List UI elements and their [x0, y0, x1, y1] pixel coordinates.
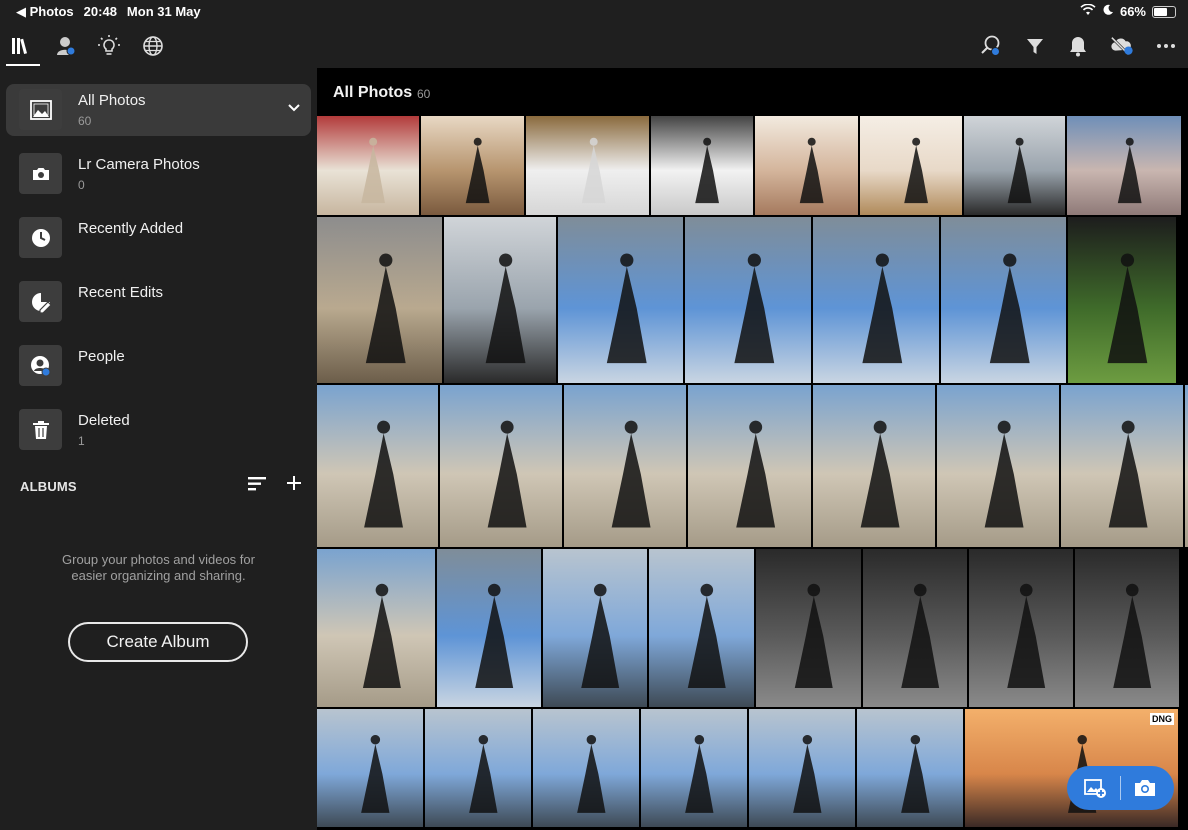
albums-empty-message: Group your photos and videos for easier …: [20, 552, 297, 584]
sidebar-item-people[interactable]: People: [6, 340, 311, 392]
clock-icon: [19, 217, 62, 258]
people-icon: [19, 345, 62, 386]
photo-thumbnail[interactable]: [969, 549, 1073, 707]
photo-thumbnail[interactable]: [756, 549, 861, 707]
photo-thumbnail[interactable]: [813, 385, 935, 547]
camera-capture-icon[interactable]: [1132, 776, 1158, 800]
albums-empty-line: easier organizing and sharing.: [71, 568, 246, 583]
photo-thumbnail[interactable]: [1068, 217, 1176, 383]
photo-thumbnail[interactable]: [860, 116, 962, 215]
photo-icon: [19, 89, 62, 130]
photo-thumbnail[interactable]: [1061, 385, 1183, 547]
photo-thumbnail[interactable]: [317, 549, 435, 707]
battery-icon: [1152, 5, 1176, 18]
add-actions-pill: [1067, 766, 1174, 810]
sidebar-item-count: 0: [78, 178, 85, 192]
top-toolbar: [0, 24, 1188, 68]
photo-thumbnail[interactable]: [1075, 549, 1179, 707]
sidebar-item-recent-edits[interactable]: Recent Edits: [6, 276, 311, 328]
albums-empty-line: Group your photos and videos for: [62, 552, 255, 567]
sidebar: All Photos 60 Lr Camera Photos 0 Recentl…: [0, 68, 317, 830]
chevron-down-icon[interactable]: [287, 100, 301, 118]
sidebar-item-deleted[interactable]: Deleted 1: [6, 404, 311, 456]
sidebar-item-lr-camera-photos[interactable]: Lr Camera Photos 0: [6, 148, 311, 200]
photo-thumbnail[interactable]: [863, 549, 967, 707]
photo-thumbnail[interactable]: [425, 709, 531, 827]
photo-thumbnail[interactable]: [317, 709, 423, 827]
sidebar-item-label: Recently Added: [78, 220, 184, 237]
photo-thumbnail[interactable]: [437, 549, 541, 707]
photo-thumbnail[interactable]: [749, 709, 855, 827]
photo-thumbnail[interactable]: [444, 217, 556, 383]
moon-icon: [1102, 4, 1114, 19]
sort-icon[interactable]: [247, 476, 267, 497]
photo-thumbnail[interactable]: [685, 217, 811, 383]
photo-thumbnail[interactable]: [941, 217, 1066, 383]
photo-thumbnail[interactable]: [421, 116, 524, 215]
photo-thumbnail[interactable]: [564, 385, 686, 547]
sidebar-item-label: Deleted: [78, 412, 130, 429]
photo-thumbnail[interactable]: [317, 116, 419, 215]
back-to-photos-link[interactable]: ◀ Photos: [16, 4, 74, 20]
library-icon[interactable]: [10, 34, 34, 58]
sidebar-item-count: 1: [78, 434, 85, 448]
globe-icon[interactable]: [141, 34, 165, 58]
cloud-sync-icon[interactable]: [1110, 34, 1134, 58]
sidebar-item-label: Recent Edits: [78, 284, 164, 301]
more-icon[interactable]: [1154, 34, 1178, 58]
camera-icon: [19, 153, 62, 194]
page-title: All Photos: [333, 84, 413, 101]
bell-icon[interactable]: [1066, 34, 1090, 58]
sidebar-item-label: All Photos: [78, 92, 146, 109]
create-album-button[interactable]: Create Album: [68, 622, 248, 662]
sidebar-item-recently-added[interactable]: Recently Added: [6, 212, 311, 264]
edit-icon: [19, 281, 62, 322]
status-bar: ◀ Photos 20:48 Mon 31 May 66%: [0, 0, 1188, 24]
photo-thumbnail[interactable]: [651, 116, 753, 215]
filter-icon[interactable]: [1023, 34, 1047, 58]
photo-thumbnail[interactable]: [317, 385, 438, 547]
photo-thumbnail[interactable]: [688, 385, 811, 547]
photo-thumbnail[interactable]: [533, 709, 639, 827]
status-date: Mon 31 May: [126, 4, 201, 19]
wifi-icon: [1080, 3, 1096, 19]
people-badge-icon[interactable]: [54, 34, 78, 58]
add-photos-icon[interactable]: [1082, 776, 1108, 800]
photo-thumbnail[interactable]: [440, 385, 562, 547]
photo-thumbnail[interactable]: [649, 549, 754, 707]
photo-thumbnail[interactable]: [543, 549, 647, 707]
sidebar-item-label: Lr Camera Photos: [78, 156, 200, 173]
add-album-icon[interactable]: [285, 474, 303, 497]
status-time: 20:48: [83, 4, 117, 19]
sidebar-item-all-photos[interactable]: All Photos 60: [6, 84, 311, 136]
photo-thumbnail[interactable]: [964, 116, 1065, 215]
photo-thumbnail[interactable]: [558, 217, 683, 383]
photo-count: 60: [417, 87, 431, 101]
pill-divider: [1120, 776, 1121, 800]
battery-percent: 66%: [1119, 4, 1146, 19]
photo-thumbnail[interactable]: [937, 385, 1059, 547]
dng-badge: DNG: [1150, 713, 1174, 725]
photo-thumbnail[interactable]: [641, 709, 747, 827]
photo-thumbnail[interactable]: [526, 116, 649, 215]
photo-thumbnail[interactable]: [1067, 116, 1181, 215]
trash-icon: [19, 409, 62, 450]
sidebar-item-count: 60: [78, 114, 92, 128]
sidebar-item-label: People: [78, 348, 125, 365]
search-people-icon[interactable]: [979, 34, 1003, 58]
photo-thumbnail[interactable]: [755, 116, 858, 215]
albums-header: ALBUMS: [20, 479, 77, 494]
photo-thumbnail[interactable]: [857, 709, 963, 827]
photo-thumbnail[interactable]: [813, 217, 939, 383]
main-panel: All Photos 60 DNG: [317, 68, 1188, 830]
photo-thumbnail[interactable]: [317, 217, 442, 383]
active-tab-indicator: [6, 64, 40, 66]
lightbulb-icon[interactable]: [97, 34, 121, 58]
